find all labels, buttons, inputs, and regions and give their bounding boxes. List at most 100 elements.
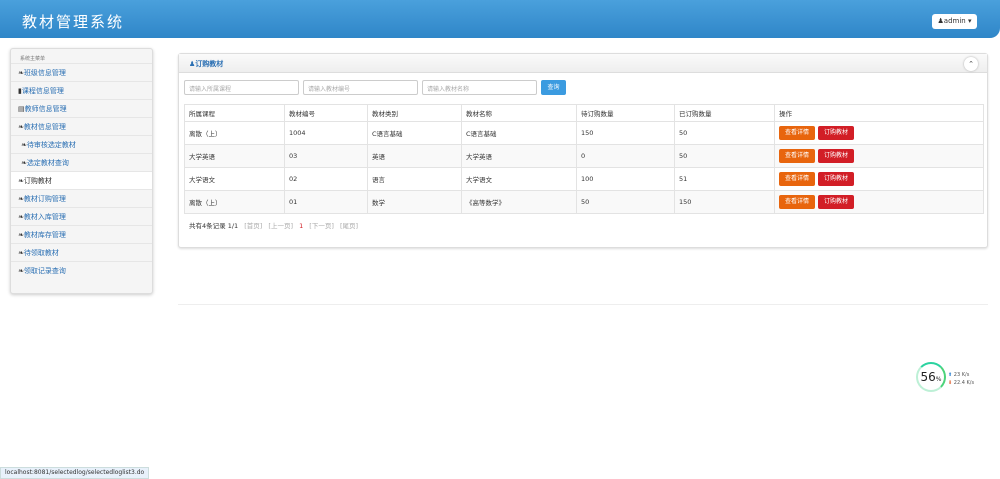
percent-unit: % — [935, 376, 942, 383]
order-textbook-button[interactable]: 订购教材 — [818, 149, 855, 163]
sidebar-item-label: 教材库存管理 — [23, 231, 66, 239]
column-header: 操作 — [774, 104, 984, 122]
upload-speed: 23 K/s — [953, 372, 970, 378]
sidebar-item-label: 订购教材 — [23, 177, 52, 185]
first-page-link[interactable]: [首页] — [244, 222, 262, 230]
table-cell: 大学语文 — [461, 167, 577, 191]
panel-header: ♟订购教材 — [179, 54, 987, 73]
table-cell: 英语 — [367, 144, 462, 168]
current-page: 1 — [299, 222, 304, 230]
column-header: 所属课程 — [184, 104, 285, 122]
column-header: 教材编号 — [284, 104, 368, 122]
table-cell: 100 — [576, 167, 675, 191]
status-bar-url: localhost:8081/selectedlog/selectedlogli… — [0, 467, 150, 479]
sidebar-item-label: 待领取教材 — [23, 249, 59, 257]
usage-percent: 56 — [920, 370, 936, 384]
actions-cell: 查看详情 订购教材 — [774, 190, 984, 214]
table-cell: 03 — [284, 144, 368, 168]
table-row: 离散（上） 01 数学 《高等数学》 50 150 查看详情 订购教材 — [184, 190, 984, 214]
prev-page-link[interactable]: [上一页] — [268, 222, 293, 230]
textbook-table: 所属课程 教材编号 教材类别 教材名称 待订购数量 已订购数量 操作 离散（上） 1004 C语… — [184, 104, 984, 214]
course-search-input[interactable]: 请输入所属课程 — [184, 80, 299, 95]
view-detail-button[interactable]: 查看详情 — [779, 172, 816, 186]
download-speed: 22.4 K/s — [953, 380, 975, 386]
view-detail-button[interactable]: 查看详情 — [779, 195, 816, 209]
table-row: 离散（上） 1004 C语言基础 C语言基础 150 50 查看详情 订购教材 — [184, 121, 984, 145]
column-header: 待订购数量 — [576, 104, 675, 122]
sidebar-item[interactable]: ❧教材库存管理 — [11, 225, 152, 243]
record-summary: 共有4条记录 1/1 — [189, 222, 239, 230]
sidebar-item[interactable]: ❧领取记录查询 — [11, 261, 152, 279]
table-cell: 大学语文 — [184, 167, 285, 191]
table-cell: 离散（上） — [184, 190, 285, 214]
table-cell: 《高等数学》 — [461, 190, 577, 214]
sidebar-item[interactable]: ❧待审核选定教材 — [11, 135, 152, 153]
table-cell: 150 — [576, 121, 675, 145]
table-cell: C语言基础 — [367, 121, 462, 145]
sidebar-item[interactable]: ❧教材入库管理 — [11, 207, 152, 225]
view-detail-button[interactable]: 查看详情 — [779, 149, 816, 163]
sidebar-item-label: 教材订购管理 — [23, 195, 66, 203]
table-cell: 150 — [674, 190, 775, 214]
table-cell: C语言基础 — [461, 121, 577, 145]
sidebar-item-label: 教材信息管理 — [23, 123, 66, 131]
sidebar-item[interactable]: ❧待领取教材 — [11, 243, 152, 261]
table-cell: 02 — [284, 167, 368, 191]
table-cell: 50 — [576, 190, 675, 214]
name-search-input[interactable]: 请输入教材名称 — [422, 80, 537, 95]
usage-ring: 56% — [916, 362, 946, 392]
column-header: 教材名称 — [461, 104, 577, 122]
sidebar-item-label: 课程信息管理 — [21, 87, 64, 95]
sidebar-item[interactable]: ❧选定教材查询 — [11, 153, 152, 171]
query-button[interactable]: 查询 — [541, 80, 566, 95]
table-cell: 语言 — [367, 167, 462, 191]
top-header: 教材管理系统 ♟admin ▾ — [0, 0, 1000, 38]
table-cell: 51 — [674, 167, 775, 191]
table-cell: 1004 — [284, 121, 368, 145]
order-textbook-button[interactable]: 订购教材 — [818, 126, 855, 140]
sidebar-item[interactable]: ❧订购教材 — [11, 171, 152, 189]
actions-cell: 查看详情 订购教材 — [774, 144, 984, 168]
table-row: 大学英语 03 英语 大学英语 0 50 查看详情 订购教材 — [184, 144, 984, 168]
panel-title: 订购教材 — [195, 60, 224, 68]
sidebar-item-label: 教师信息管理 — [24, 105, 67, 113]
view-detail-button[interactable]: 查看详情 — [779, 126, 816, 140]
sidebar-item-label: 教材入库管理 — [23, 213, 66, 221]
upload-icon: ⬆ — [948, 372, 953, 378]
order-textbook-button[interactable]: 订购教材 — [818, 172, 855, 186]
divider — [178, 304, 988, 305]
sidebar-item[interactable]: ❧教材信息管理 — [11, 117, 152, 135]
table-cell: 50 — [674, 121, 775, 145]
table-cell: 大学英语 — [461, 144, 577, 168]
collapse-button[interactable]: ⌃ — [964, 57, 978, 71]
table-row: 大学语文 02 语言 大学语文 100 51 查看详情 订购教材 — [184, 167, 984, 191]
list-icon: ▤ — [18, 105, 25, 113]
sidebar-heading: 系统主菜单 — [20, 56, 46, 62]
sidebar-item-label: 班级信息管理 — [23, 69, 66, 77]
next-page-link[interactable]: [下一页] — [309, 222, 334, 230]
pagination: 共有4条记录 1/1 [首页] [上一页] 1 [下一页] [尾页] — [189, 220, 358, 230]
sidebar-item-label: 领取记录查询 — [23, 267, 66, 275]
network-speed-widget: 56% ⬆ 23 K/s ⬇ 22.4 K/s — [916, 362, 994, 396]
user-name: admin — [943, 17, 966, 25]
sidebar-menu: 系统主菜单 ❧班级信息管理 ▮课程信息管理 ▤教师信息管理 ❧教材信息管理 ❧待审核选定… — [10, 48, 153, 294]
actions-cell: 查看详情 订购教材 — [774, 167, 984, 191]
sidebar-item-label: 待审核选定教材 — [26, 141, 76, 149]
chevron-up-icon: ⌃ — [968, 60, 974, 68]
download-icon: ⬇ — [948, 380, 953, 386]
table-cell: 数学 — [367, 190, 462, 214]
actions-cell: 查看详情 订购教材 — [774, 121, 984, 145]
last-page-link[interactable]: [尾页] — [340, 222, 358, 230]
user-menu-button[interactable]: ♟admin ▾ — [932, 14, 977, 29]
sidebar-item[interactable]: ❧班级信息管理 — [11, 63, 152, 81]
code-search-input[interactable]: 请输入教材编号 — [303, 80, 418, 95]
caret-down-icon: ▾ — [967, 17, 972, 25]
order-textbook-button[interactable]: 订购教材 — [818, 195, 855, 209]
table-cell: 01 — [284, 190, 368, 214]
sidebar-item[interactable]: ❧教材订购管理 — [11, 189, 152, 207]
sidebar-item[interactable]: ▤教师信息管理 — [11, 99, 152, 117]
table-cell: 大学英语 — [184, 144, 285, 168]
sidebar-item[interactable]: ▮课程信息管理 — [11, 81, 152, 99]
table-cell: 离散（上） — [184, 121, 285, 145]
table-cell: 0 — [576, 144, 675, 168]
